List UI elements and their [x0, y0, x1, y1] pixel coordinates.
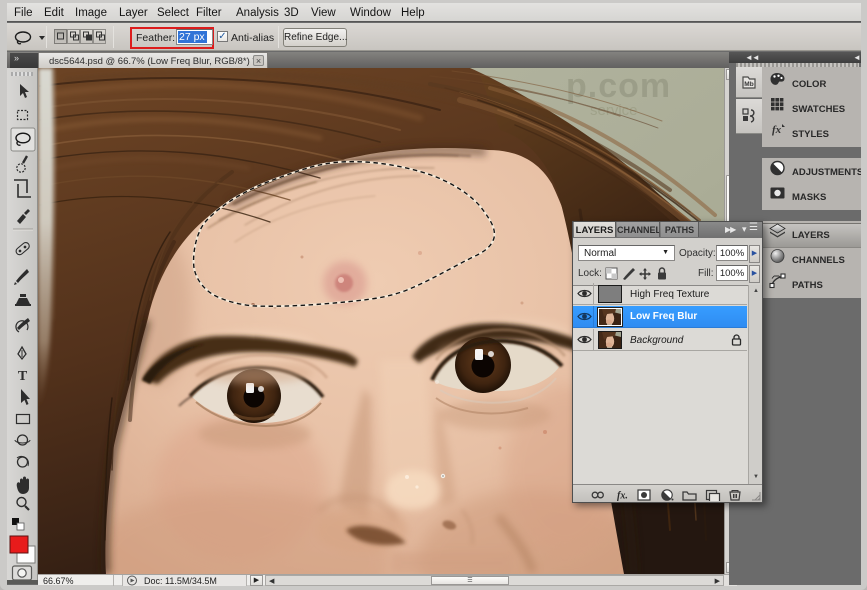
svg-text:fx: fx [772, 124, 782, 136]
svg-text:Mb: Mb [744, 81, 753, 88]
svg-text:p.com: p.com [566, 68, 671, 105]
svg-text:T: T [18, 369, 28, 384]
svg-text:fx.: fx. [617, 491, 628, 502]
